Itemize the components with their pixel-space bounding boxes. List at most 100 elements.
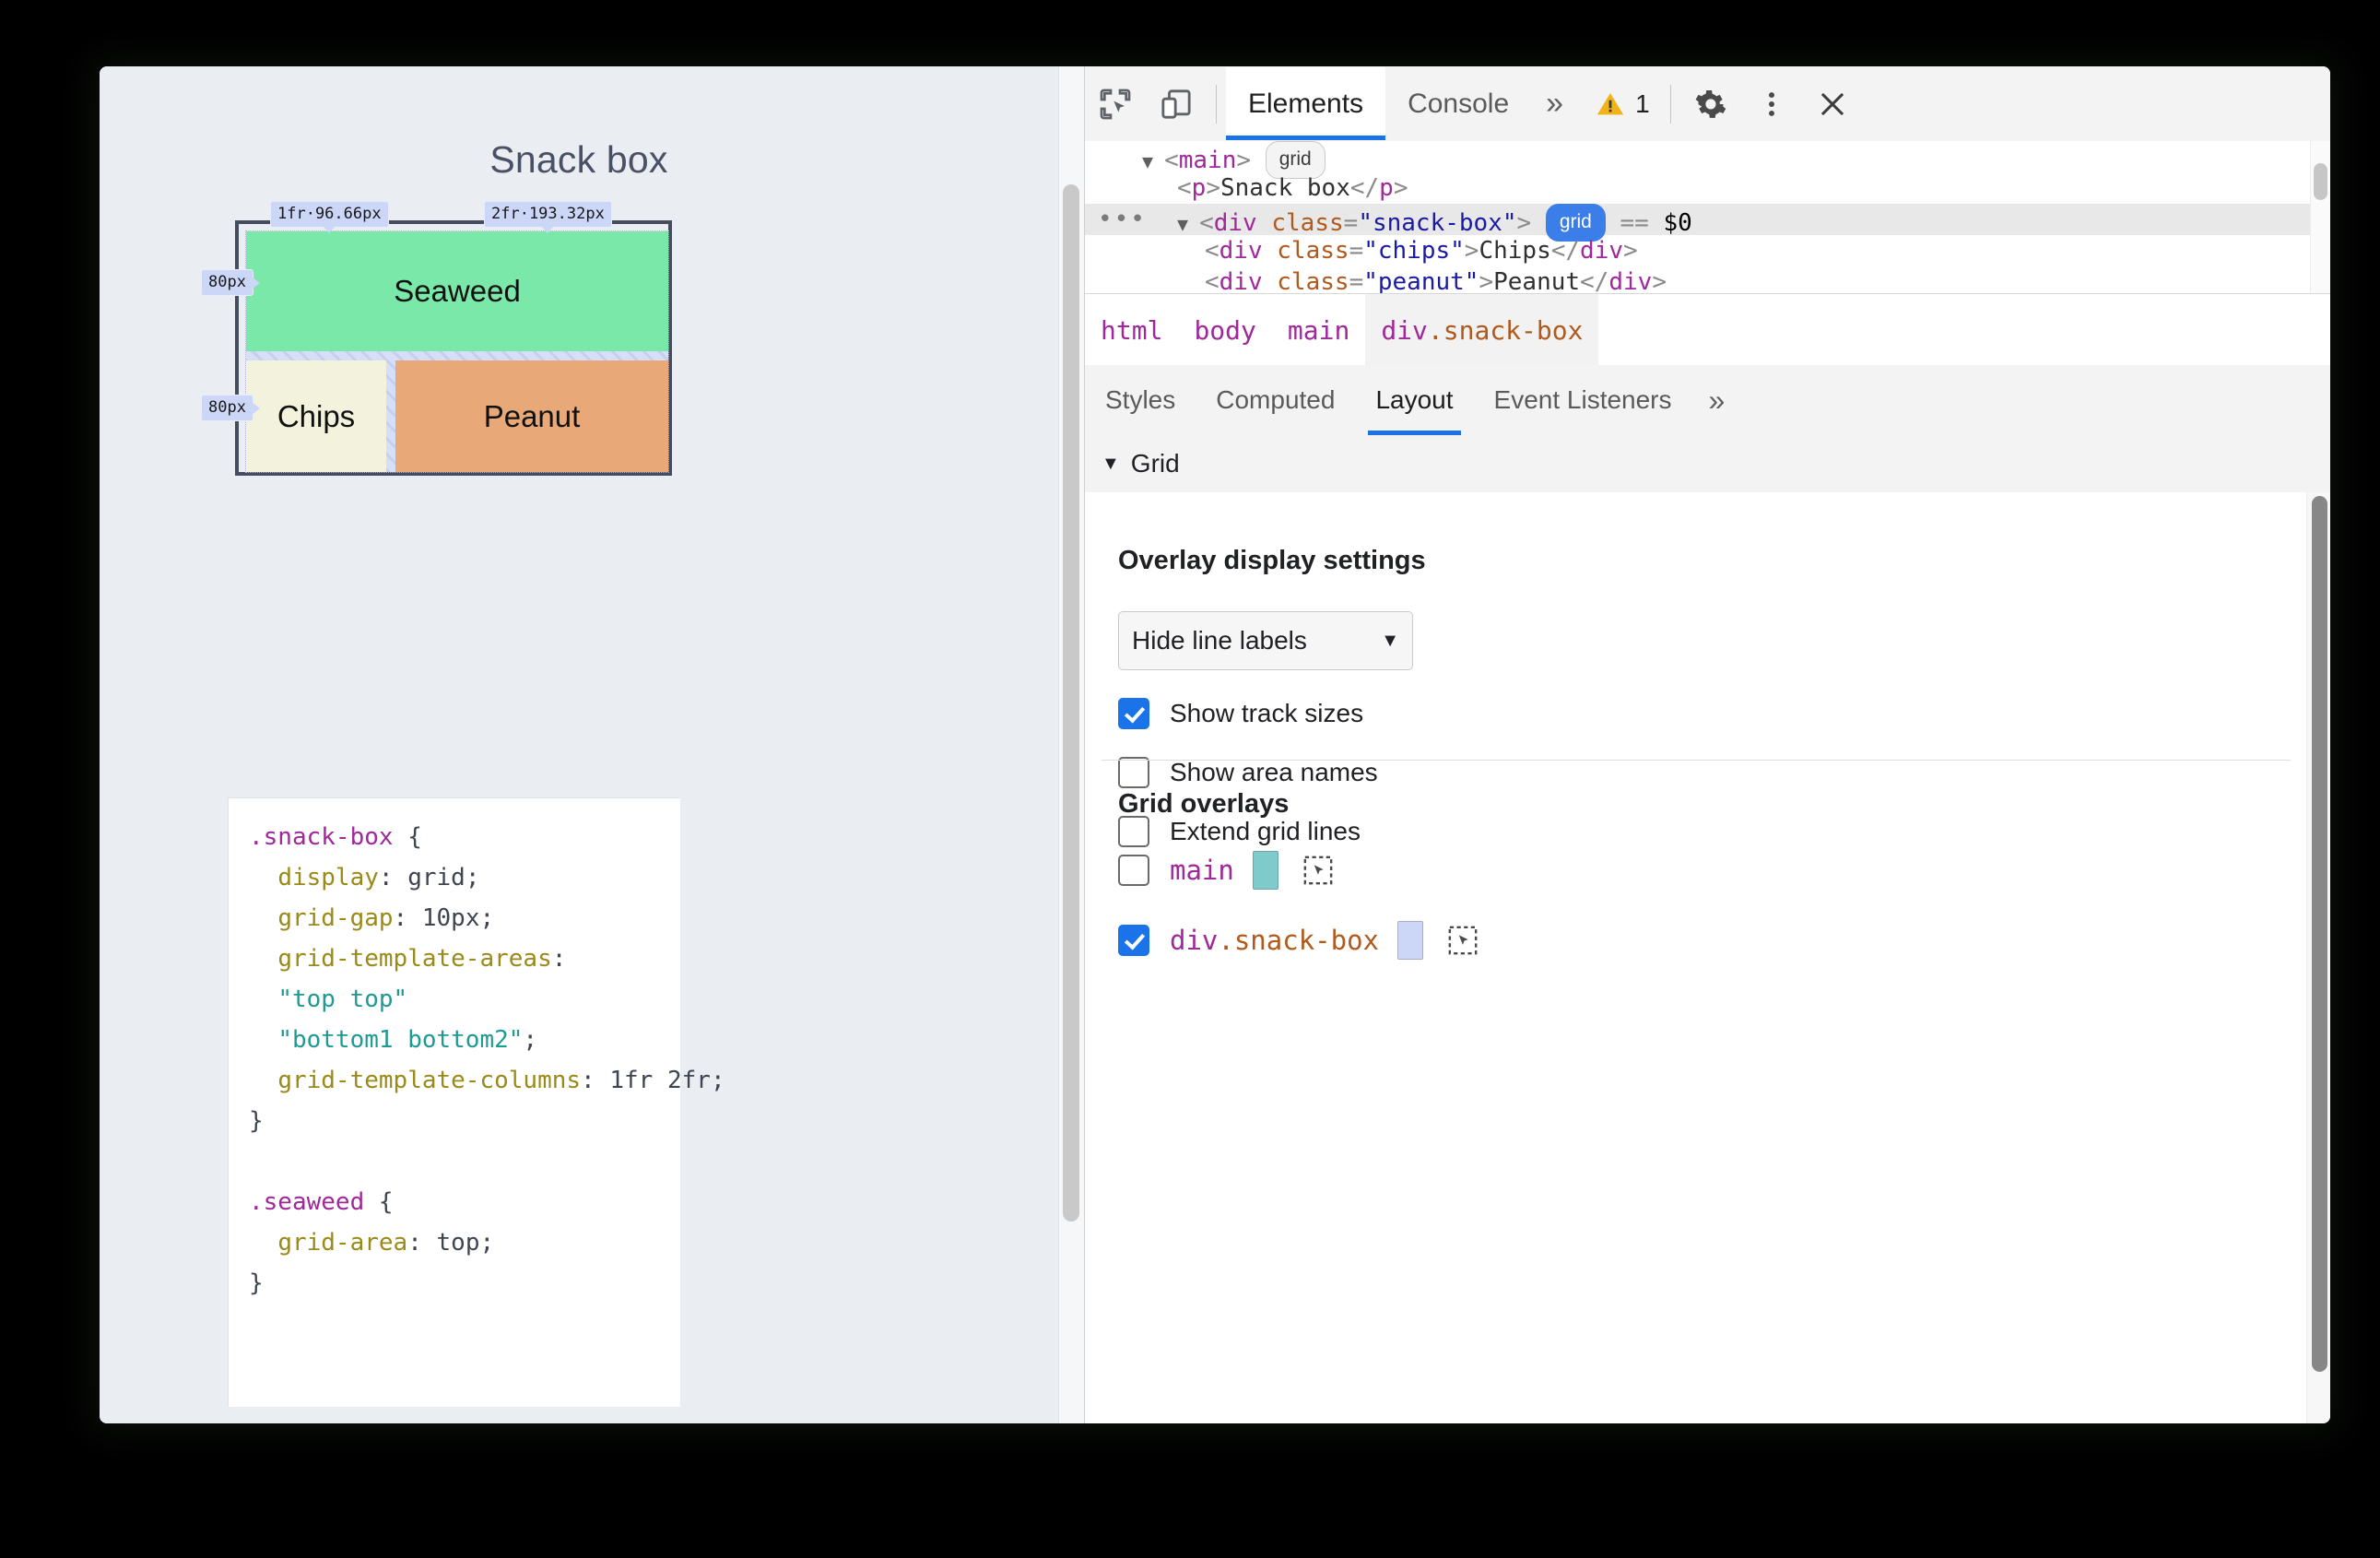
dom-token: > (1516, 209, 1532, 237)
dom-token: > (1206, 174, 1220, 202)
layout-scrollbar-thumb[interactable] (2312, 496, 2327, 1372)
css-code-line: .seaweed { (249, 1182, 725, 1222)
snack-box-grid: Seaweed Chips Peanut (245, 230, 669, 473)
tab-console-label: Console (1408, 88, 1510, 119)
tab-label: Styles (1105, 385, 1176, 414)
gear-icon[interactable] (1680, 76, 1741, 133)
dom-tree-row[interactable]: <p>Snack box</p> (1085, 172, 2330, 204)
checkbox-row-show-track-sizes[interactable]: Show track sizes (1118, 698, 2261, 729)
css-token: : (393, 904, 422, 932)
css-token: : (407, 1229, 437, 1257)
dom-token: class (1271, 209, 1344, 237)
breadcrumb-item-label: html (1101, 314, 1163, 346)
close-icon[interactable] (1802, 76, 1863, 133)
dom-token: > (1393, 174, 1408, 202)
breadcrumb-item-html[interactable]: html (1085, 294, 1178, 366)
dom-tree-row[interactable]: <div class="peanut">Peanut</div> (1085, 266, 2330, 293)
kebab-menu-icon[interactable] (1741, 76, 1802, 133)
tab-elements-label: Elements (1248, 88, 1364, 119)
page-scrollbar-thumb[interactable] (1063, 184, 1079, 1222)
grid-overlay-row[interactable]: div.snack-box (1118, 921, 2261, 960)
dom-token: div (1213, 209, 1257, 237)
grid-overlay-color-swatch[interactable] (1397, 921, 1423, 960)
dom-token: > (1652, 268, 1667, 293)
checkbox-row-show-area-names[interactable]: Show area names (1118, 757, 2261, 788)
expand-triangle-icon[interactable]: ▼ (1177, 213, 1199, 235)
checkbox-checked-icon[interactable] (1118, 925, 1149, 956)
overlay-settings-title: Overlay display settings (1118, 546, 1426, 575)
dom-tree-row[interactable]: <div class="chips">Chips</div> (1085, 235, 2330, 266)
warning-badge[interactable]: 1 (1578, 89, 1661, 120)
breadcrumb-item-body[interactable]: body (1178, 294, 1271, 366)
more-tabs-chevron-icon[interactable]: » (1531, 76, 1578, 133)
css-token: ; (710, 1067, 725, 1094)
dom-token: = (1349, 268, 1364, 293)
checkbox-unchecked-icon[interactable] (1118, 855, 1149, 886)
dom-row-more-icon[interactable]: ••• (1098, 204, 1147, 235)
section-divider (1102, 760, 2291, 761)
dom-tree-row[interactable]: ••• ▼ <div class="snack-box"> grid == $0 (1085, 204, 2330, 242)
tab-computed[interactable]: Computed (1196, 365, 1355, 435)
grid-section-header[interactable]: ▼ Grid (1085, 435, 2330, 493)
css-token: .snack-box (249, 823, 394, 851)
toolbar-divider (1216, 84, 1217, 124)
show-element-picker-icon[interactable] (1447, 925, 1479, 956)
css-token: top (436, 1229, 480, 1257)
breadcrumb-item-label: body (1194, 314, 1256, 346)
dom-token: div (1219, 237, 1263, 265)
expand-triangle-icon[interactable]: ▼ (1142, 150, 1164, 172)
grid-overlay-color-swatch[interactable] (1252, 851, 1278, 890)
tab-elements[interactable]: Elements (1226, 67, 1386, 140)
track-size-label-row1: 80px (201, 269, 260, 296)
dom-tree[interactable]: ▼ <main> grid <p>Snack box</p> ••• ▼ <div c… (1085, 141, 2330, 293)
grid-cell-peanut-label: Peanut (483, 398, 581, 433)
inspect-element-icon[interactable] (1085, 76, 1146, 133)
tab-label: Computed (1216, 385, 1336, 414)
dom-token: </ (1550, 237, 1581, 265)
css-code-line: grid-template-columns: 1fr 2fr; (249, 1060, 725, 1101)
css-token: ; (523, 1026, 538, 1054)
css-token: display (277, 864, 379, 891)
breadcrumb-item-main[interactable]: main (1272, 294, 1365, 366)
grid-overlays-section: Grid overlays main div.snack-box (1118, 789, 2261, 960)
css-token: grid-gap (277, 904, 394, 932)
css-token: grid-area (277, 1229, 408, 1257)
css-code-line: .snack-box { (249, 817, 725, 857)
dom-token: Chips (1479, 237, 1551, 265)
line-labels-select[interactable]: Hide line labels ▼ (1118, 611, 1413, 670)
rendered-page-pane: Snack box Seaweed Chips Peanut 1fr·96.66… (100, 66, 1084, 1423)
tab-console[interactable]: Console (1385, 67, 1531, 140)
css-code-line: } (249, 1101, 725, 1141)
more-sidebar-tabs-chevron-icon[interactable]: » (1692, 384, 1742, 418)
dom-token (1263, 237, 1278, 265)
page-title: Snack box (489, 138, 668, 181)
show-element-picker-icon[interactable] (1302, 855, 1334, 886)
breadcrumb-item-class: .snack-box (1427, 314, 1584, 346)
dom-tree-row[interactable]: ▼ <main> grid (1085, 141, 2330, 179)
browser-window: Snack box Seaweed Chips Peanut 1fr·96.66… (100, 66, 2330, 1423)
checkbox-unchecked-icon[interactable] (1118, 757, 1149, 788)
dom-token: </ (1580, 268, 1609, 293)
breadcrumb[interactable]: html body main div .snack-box (1085, 293, 2330, 367)
sidebar-tabs[interactable]: Styles Computed Layout Event Listeners » (1085, 365, 2330, 436)
css-token (249, 1067, 277, 1094)
css-token (249, 1026, 277, 1054)
toolbar-divider-2 (1669, 84, 1671, 124)
tab-layout[interactable]: Layout (1355, 365, 1473, 435)
grid-cell-seaweed-label: Seaweed (394, 274, 521, 308)
breadcrumb-item-div[interactable]: div .snack-box (1365, 294, 1599, 366)
dom-token: class (1277, 237, 1349, 265)
tab-styles[interactable]: Styles (1085, 365, 1196, 435)
css-code-line (249, 1141, 725, 1182)
device-toolbar-icon[interactable] (1146, 76, 1207, 133)
tab-event-listeners[interactable]: Event Listeners (1474, 365, 1692, 435)
css-token: 1fr 2fr (609, 1067, 711, 1094)
dom-tree-scrollbar-thumb[interactable] (2314, 163, 2327, 200)
checkbox-checked-icon[interactable] (1118, 698, 1149, 729)
grid-overlay-row[interactable]: main (1118, 851, 2261, 890)
screenshot-root: Snack box Seaweed Chips Peanut 1fr·96.66… (0, 0, 2380, 1558)
css-token: } (249, 1107, 264, 1135)
dom-token: "peanut" (1363, 268, 1479, 293)
css-token: : (581, 1067, 610, 1094)
dom-token: class (1277, 268, 1349, 293)
